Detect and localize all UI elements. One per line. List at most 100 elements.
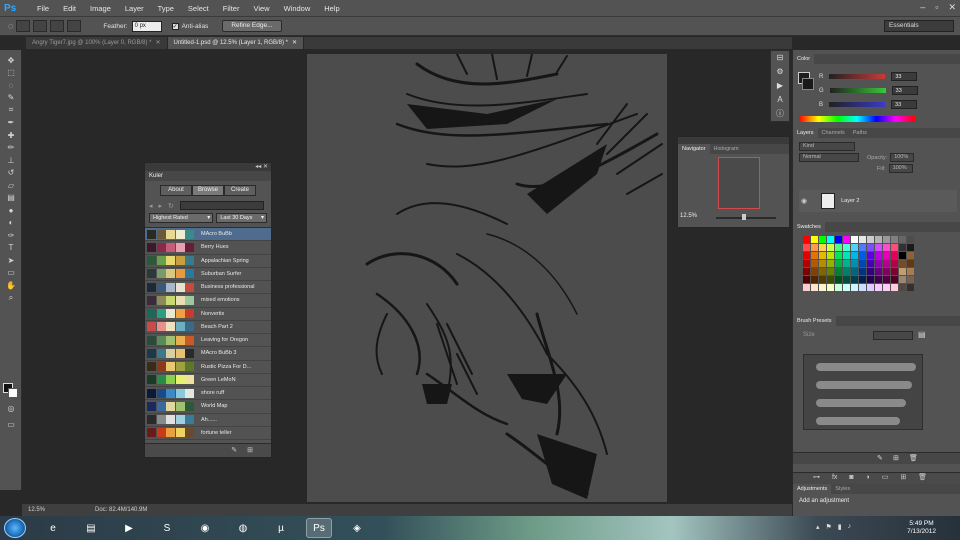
swatch[interactable] [867, 252, 874, 259]
eyedropper-icon[interactable]: ✒ [0, 117, 22, 130]
swatch[interactable] [891, 244, 898, 251]
swatch[interactable] [875, 260, 882, 267]
eraser-icon[interactable]: ▱ [0, 179, 22, 192]
feather-input[interactable]: 0 px [131, 20, 162, 32]
swatch[interactable] [835, 252, 842, 259]
swatch[interactable] [907, 252, 914, 259]
clock[interactable]: 5:49 PM 7/13/2012 [907, 520, 936, 536]
subtract-selection-button[interactable] [50, 20, 65, 32]
firefox-icon[interactable]: ◍ [230, 518, 256, 538]
swatch[interactable] [891, 284, 898, 291]
app-icon[interactable]: ◈ [344, 518, 370, 538]
swatch[interactable] [803, 268, 810, 275]
swatch[interactable] [803, 244, 810, 251]
swatch[interactable] [843, 244, 850, 251]
theme-row[interactable]: MAcro BuBb [145, 228, 271, 242]
type-tool-icon[interactable]: T [0, 242, 22, 255]
swatch[interactable] [843, 236, 850, 243]
close-button[interactable]: ✕ [948, 2, 956, 13]
clone-stamp-icon[interactable]: ⊥ [0, 154, 22, 167]
document-canvas[interactable] [307, 53, 667, 502]
swatch[interactable] [843, 252, 850, 259]
swatch[interactable] [819, 284, 826, 291]
tab-adjustments[interactable]: Adjustments [793, 484, 832, 494]
swatch[interactable] [891, 268, 898, 275]
theme-row[interactable]: Appalachian Spring [145, 255, 271, 268]
menu-window[interactable]: Window [277, 4, 318, 13]
explorer-icon[interactable]: ▤ [78, 518, 104, 538]
swatch[interactable] [843, 260, 850, 267]
panel-collapse-controls[interactable]: ◂◂ ✕ [145, 163, 271, 171]
swatch[interactable] [867, 244, 874, 251]
browse-button[interactable]: Browse [192, 185, 224, 196]
volume-icon[interactable]: ♪ [848, 523, 852, 531]
zoom-tool-icon[interactable]: ⌕ [0, 292, 22, 305]
flag-icon[interactable]: ⚑ [826, 523, 832, 531]
swatch[interactable] [891, 276, 898, 283]
crop-tool-icon[interactable]: ⌗ [0, 104, 22, 117]
swatch[interactable] [859, 236, 866, 243]
layer-row[interactable]: ◉ Layer 2 [799, 190, 957, 212]
blend-mode-select[interactable]: Normal [799, 153, 859, 162]
swatch[interactable] [811, 260, 818, 267]
chrome-icon[interactable]: ◉ [192, 518, 218, 538]
start-button[interactable] [4, 518, 26, 538]
swatch[interactable] [899, 244, 906, 251]
brush-preset-list[interactable] [803, 354, 923, 430]
kind-filter-select[interactable]: Kind [799, 142, 855, 151]
swatch[interactable] [859, 260, 866, 267]
network-icon[interactable]: ▮ [838, 523, 842, 531]
swatch[interactable] [883, 244, 890, 251]
properties-icon[interactable]: ⚙ [771, 65, 789, 79]
swatch[interactable] [803, 236, 810, 243]
swatch[interactable] [859, 268, 866, 275]
swatch[interactable] [867, 276, 874, 283]
delete-layer-icon[interactable]: 🗑 [918, 474, 927, 481]
tab-swatches[interactable]: Swatches [793, 222, 825, 232]
swatch[interactable] [827, 284, 834, 291]
swatch[interactable] [859, 284, 866, 291]
intersect-selection-button[interactable] [67, 20, 82, 32]
swatch[interactable] [875, 284, 882, 291]
swatch[interactable] [811, 244, 818, 251]
color-swatches[interactable] [3, 383, 19, 399]
tab-histogram[interactable]: Histogram [710, 144, 743, 154]
swatch[interactable] [875, 236, 882, 243]
swatch[interactable] [843, 268, 850, 275]
menu-filter[interactable]: Filter [216, 4, 247, 13]
gradient-tool-icon[interactable]: ▤ [0, 192, 22, 205]
swatch[interactable] [899, 268, 906, 275]
swatch[interactable] [827, 276, 834, 283]
minimize-button[interactable]: – [920, 2, 925, 13]
theme-row[interactable]: Ah...... [145, 414, 271, 427]
zoom-slider-handle[interactable] [742, 214, 746, 220]
layer-name[interactable]: Layer 2 [841, 198, 859, 204]
forward-icon[interactable]: ▸ [159, 202, 163, 210]
brush-tool-icon[interactable]: ✏ [0, 142, 22, 155]
theme-row[interactable]: Berry Hues [145, 241, 271, 255]
swatch[interactable] [883, 284, 890, 291]
tab-angry-tiger[interactable]: Angry Tiger7.jpg @ 100% (Layer 0, RGB/8)… [26, 37, 168, 49]
tab-paths[interactable]: Paths [849, 128, 871, 138]
swatch[interactable] [835, 268, 842, 275]
swatch[interactable] [811, 284, 818, 291]
swatch[interactable] [875, 276, 882, 283]
toggle-brush-panel-icon[interactable]: ✎ [877, 454, 883, 462]
adjustment-icon[interactable]: ◑ [866, 474, 870, 481]
swatch[interactable] [907, 268, 914, 275]
tab-color[interactable]: Color [793, 54, 815, 64]
theme-row[interactable]: Suburban Surfer [145, 268, 271, 281]
add-to-swatches-icon[interactable]: ⊞ [247, 447, 253, 454]
refine-edge-button[interactable]: Refine Edge... [222, 20, 282, 32]
kuler-tab[interactable]: Kuler [145, 171, 271, 181]
path-select-icon[interactable]: ➤ [0, 254, 22, 267]
antialias-checkbox[interactable]: ✓ Anti-alias [171, 22, 208, 30]
quick-select-icon[interactable]: ✎ [0, 92, 22, 105]
swatch[interactable] [827, 236, 834, 243]
swatch[interactable] [827, 268, 834, 275]
tray-arrow-icon[interactable]: ▴ [816, 523, 820, 531]
brush-size-input[interactable] [873, 331, 913, 340]
swatch[interactable] [819, 276, 826, 283]
swatch[interactable] [851, 260, 858, 267]
swatch[interactable] [899, 284, 906, 291]
